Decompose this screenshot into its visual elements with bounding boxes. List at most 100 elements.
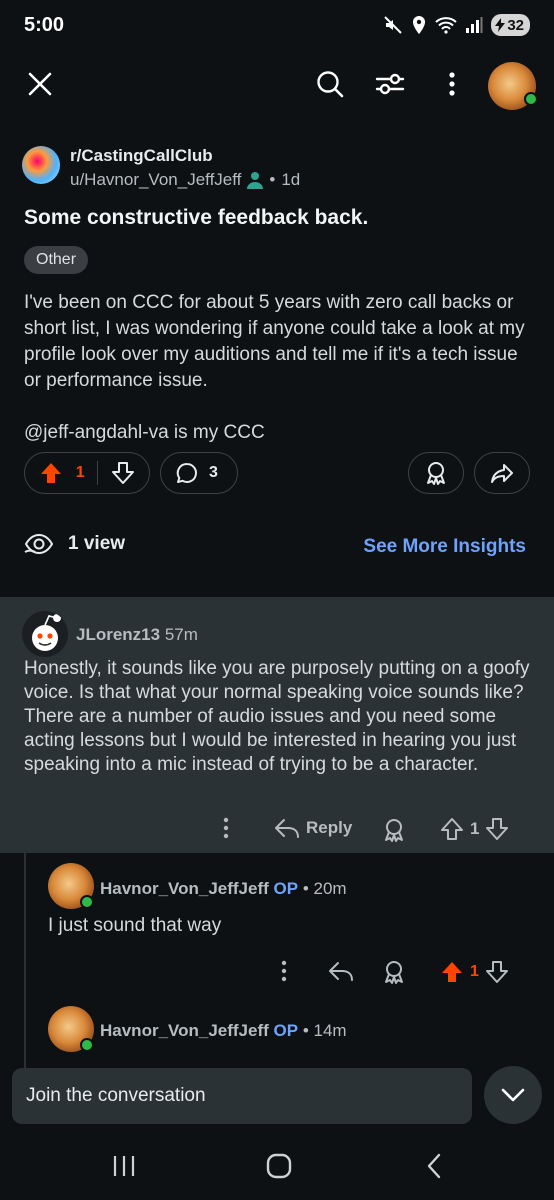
more-vertical-icon [223, 817, 229, 839]
top-toolbar [0, 52, 554, 116]
post-body-paragraph: I've been on CCC for about 5 years with … [24, 292, 525, 391]
comment-vote-count: 1 [470, 819, 480, 838]
reply-arrow-icon [275, 819, 299, 838]
subreddit-avatar[interactable] [22, 146, 60, 184]
join-conversation-input[interactable]: Join the conversation [12, 1068, 472, 1124]
online-status-dot [80, 1038, 94, 1052]
comment-icon [176, 462, 197, 483]
close-icon [28, 72, 52, 96]
award-icon [385, 819, 403, 842]
op-badge: OP [273, 1021, 299, 1040]
reply-reply-button[interactable] [328, 960, 354, 982]
comment-header: JLorenz13 57m [76, 625, 198, 645]
search-icon [317, 71, 344, 98]
comment-time: 57m [164, 625, 198, 644]
person-icon [247, 172, 264, 189]
comment-avatar[interactable] [22, 611, 68, 657]
close-button[interactable] [20, 64, 60, 104]
reply-label: Reply [306, 818, 353, 837]
post-author[interactable]: u/Havnor_Von_JeffJeff [70, 170, 241, 190]
post-flair[interactable]: Other [24, 246, 89, 274]
reply-time: 20m [313, 879, 347, 898]
view-count-text: 1 view [68, 533, 126, 554]
reply-avatar[interactable] [48, 1006, 94, 1052]
share-button[interactable] [474, 452, 530, 494]
comment-username[interactable]: JLorenz13 [76, 625, 160, 644]
user-avatar[interactable] [488, 62, 538, 110]
online-status-dot [80, 895, 94, 909]
downvote-icon[interactable] [485, 817, 509, 841]
see-more-insights-link[interactable]: See More Insights [363, 536, 526, 558]
reply-award-button[interactable] [382, 959, 406, 985]
subreddit-name[interactable]: r/CastingCallClub [70, 146, 213, 166]
award-button[interactable] [408, 452, 464, 494]
back-chevron-icon [427, 1153, 441, 1179]
wifi-icon [435, 17, 457, 34]
system-nav-bar [0, 1130, 554, 1200]
comment-body: Honestly, it sounds like you are purpose… [24, 658, 530, 775]
comment-award-button[interactable] [382, 817, 406, 843]
more-vertical-icon [281, 960, 287, 982]
post-title: Some constructive feedback back. [24, 206, 369, 229]
reply-username[interactable]: Havnor_Von_JeffJeff [100, 879, 269, 898]
reply-time: 14m [313, 1021, 347, 1040]
sort-filter-button[interactable] [370, 64, 410, 104]
back-button[interactable] [414, 1150, 454, 1182]
op-badge: OP [273, 879, 299, 898]
comment: JLorenz13 57m Honestly, it sounds like y… [0, 597, 554, 853]
eye-views-icon [24, 533, 54, 555]
post-body: I've been on CCC for about 5 years with … [24, 290, 539, 472]
more-options-button[interactable] [432, 64, 472, 104]
recent-apps-button[interactable] [104, 1150, 144, 1182]
battery-level: 32 [507, 16, 524, 34]
reply-separator: • [302, 879, 309, 898]
vote-divider [97, 461, 99, 485]
battery-indicator: 32 [491, 14, 530, 36]
home-button[interactable] [259, 1150, 299, 1182]
post-vote-count: 1 [75, 464, 85, 481]
award-icon [385, 961, 403, 984]
upvote-icon[interactable] [39, 461, 63, 485]
comment-count: 3 [209, 464, 218, 481]
status-bar: 5:00 32 [0, 0, 554, 52]
reply-separator: • [302, 1021, 309, 1040]
post-body-paragraph: @jeff-angdahl-va is my CCC [24, 422, 265, 443]
status-time: 5:00 [24, 14, 65, 36]
home-icon [266, 1153, 292, 1179]
comment-actions: Reply 1 [0, 815, 554, 845]
comment-vote-controls: 1 [440, 817, 509, 841]
award-icon [427, 462, 445, 485]
recent-apps-icon [113, 1156, 135, 1176]
share-icon [491, 464, 513, 483]
reply-vote-controls: 1 [440, 960, 509, 984]
reply-header: Havnor_Von_JeffJeff OP • 14m [100, 1021, 347, 1041]
collapse-button[interactable] [484, 1066, 542, 1124]
status-icons: 32 [383, 14, 530, 36]
upvote-icon[interactable] [440, 960, 464, 984]
reply-vote-count: 1 [470, 963, 479, 980]
reply-button[interactable]: Reply [274, 817, 352, 839]
signal-icon [466, 17, 483, 33]
downvote-icon[interactable] [111, 461, 135, 485]
reply-more-button[interactable] [280, 960, 288, 982]
chevron-down-icon [501, 1088, 525, 1102]
reply-body: I just sound that way [48, 915, 222, 936]
charging-bolt-icon [495, 18, 506, 32]
mute-icon [384, 16, 403, 34]
reply-username[interactable]: Havnor_Von_JeffJeff [100, 1021, 269, 1040]
thread-line [24, 853, 26, 1068]
vote-pill: 1 [24, 452, 150, 494]
reply-avatar[interactable] [48, 863, 94, 909]
more-vertical-icon [449, 72, 455, 96]
location-icon [413, 16, 426, 34]
upvote-icon[interactable] [440, 817, 464, 841]
view-count: 1 view [24, 532, 125, 556]
downvote-icon[interactable] [485, 960, 509, 984]
post-age: 1d [281, 170, 301, 189]
search-button[interactable] [310, 64, 350, 104]
online-status-dot [524, 92, 538, 106]
comment-more-button[interactable] [222, 817, 230, 839]
meta-separator: • [269, 170, 276, 189]
reply-header: Havnor_Von_JeffJeff OP • 20m [100, 879, 347, 899]
comments-button[interactable]: 3 [160, 452, 238, 494]
